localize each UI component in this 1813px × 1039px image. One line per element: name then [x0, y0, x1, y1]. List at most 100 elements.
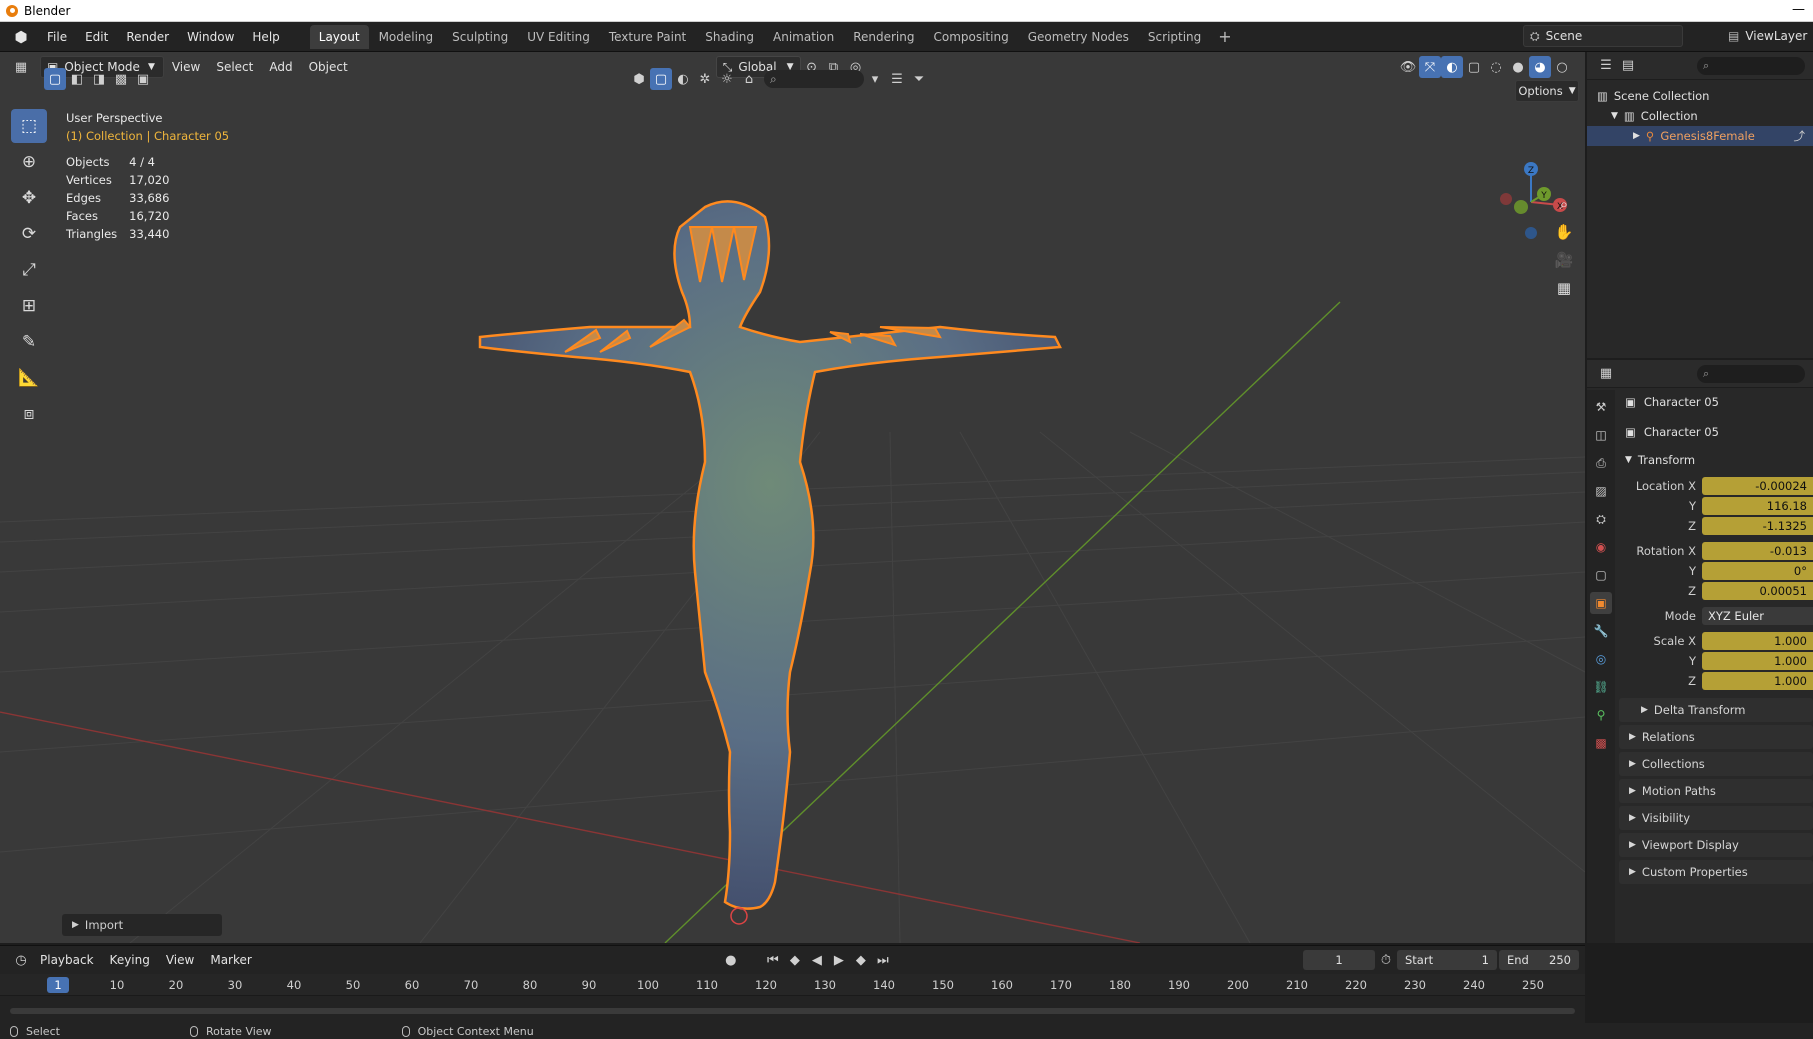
world-tab-icon[interactable]: ◉	[1590, 536, 1612, 558]
tool-tab-icon[interactable]: ⚒	[1590, 396, 1612, 418]
jump-start-icon[interactable]: ⏮	[762, 949, 784, 971]
measure-tool-icon[interactable]: 📐	[11, 361, 47, 395]
xray-icon[interactable]: ▢	[1463, 56, 1485, 78]
rotation-z-field[interactable]: 0.00051	[1702, 581, 1813, 600]
menu-edit[interactable]: Edit	[76, 30, 117, 44]
minimize-button[interactable]: —	[1792, 2, 1805, 17]
select-intersect-icon[interactable]: ▣	[132, 68, 154, 90]
tab-modeling[interactable]: Modeling	[370, 25, 443, 49]
relations-panel[interactable]: ▶ Relations	[1619, 725, 1813, 749]
jump-end-icon[interactable]: ⏭	[872, 949, 894, 971]
marker-menu[interactable]: Marker	[202, 949, 259, 971]
select-invert-icon[interactable]: ▩	[110, 68, 132, 90]
view-layer-tab-icon[interactable]: ▨	[1590, 480, 1612, 502]
material-filter-icon[interactable]: ◐	[672, 68, 694, 90]
physics-tab-icon[interactable]: ◎	[1590, 648, 1612, 670]
rotate-tool-icon[interactable]: ⟳	[11, 217, 47, 251]
tab-scripting[interactable]: Scripting	[1139, 25, 1210, 49]
rotation-x-field[interactable]: -0.013	[1702, 541, 1813, 560]
3d-viewport[interactable]: ▦ ▣ Object Mode ▼ View Select Add Object…	[0, 52, 1585, 943]
object-tab-icon[interactable]: ▣	[1590, 592, 1612, 614]
constraint-tab-icon[interactable]: ⛓	[1590, 676, 1612, 698]
location-z-field[interactable]: -1.1325	[1702, 516, 1813, 535]
play-icon[interactable]: ▶	[828, 949, 850, 971]
scale-y-field[interactable]: 1.000	[1702, 651, 1813, 670]
viewport-search-input[interactable]: ⌕	[764, 70, 864, 88]
rendered-shading-icon[interactable]: ○	[1551, 56, 1573, 78]
transform-tool-icon[interactable]: ⊞	[11, 289, 47, 323]
outliner-editor-icon[interactable]: ☰	[1595, 55, 1617, 77]
camera-view-icon[interactable]: 🎥	[1550, 246, 1578, 274]
cursor-tool-icon[interactable]: ⊕	[11, 145, 47, 179]
tab-rendering[interactable]: Rendering	[844, 25, 923, 49]
object-data-selector[interactable]: ▣ Character 05	[1619, 420, 1813, 444]
play-reverse-icon[interactable]: ◀	[806, 949, 828, 971]
delta-transform-panel[interactable]: ▶ Delta Transform	[1619, 698, 1813, 722]
keying-menu[interactable]: Keying	[102, 949, 158, 971]
playback-menu[interactable]: Playback	[32, 949, 102, 971]
visibility-icon[interactable]: 👁	[1397, 56, 1419, 78]
collection-tab-icon[interactable]: ▢	[1590, 564, 1612, 586]
zoom-icon[interactable]: ⌕	[1550, 190, 1578, 218]
output-tab-icon[interactable]: ⎙	[1590, 452, 1612, 474]
render-tab-icon[interactable]: ◫	[1590, 424, 1612, 446]
menu-window[interactable]: Window	[178, 30, 243, 44]
add-cube-tool-icon[interactable]: ⧈	[11, 397, 47, 431]
timeline-view-menu[interactable]: View	[158, 949, 202, 971]
solid-shading-icon[interactable]: ●	[1507, 56, 1529, 78]
viewport-menu-select[interactable]: Select	[208, 56, 261, 78]
timeline-editor-icon[interactable]: ◷	[10, 949, 32, 971]
menu-file[interactable]: File	[38, 30, 76, 44]
rotation-y-field[interactable]: 0°	[1702, 561, 1813, 580]
blender-menu-icon[interactable]: ⬢	[10, 26, 32, 48]
viewport-menu-add[interactable]: Add	[261, 56, 300, 78]
outliner-search-input[interactable]: ⌕	[1697, 56, 1805, 75]
editor-type-icon[interactable]: ▦	[10, 56, 32, 78]
display-mode-icon[interactable]: ▤	[1617, 55, 1639, 77]
viewport-menu-object[interactable]: Object	[301, 56, 356, 78]
scale-tool-icon[interactable]: ⤢	[11, 253, 47, 287]
object-filter-icon[interactable]: ▢	[650, 68, 672, 90]
record-icon[interactable]: ●	[720, 949, 742, 971]
menu-render[interactable]: Render	[117, 30, 178, 44]
scale-z-field[interactable]: 1.000	[1702, 671, 1813, 690]
tab-geometry-nodes[interactable]: Geometry Nodes	[1019, 25, 1138, 49]
texture-tab-icon[interactable]: ▩	[1590, 732, 1612, 754]
modifier-tab-icon[interactable]: 🔧	[1590, 620, 1612, 642]
current-frame-indicator[interactable]: 1	[47, 977, 69, 993]
frame-ruler[interactable]: 1 10 20 30 40 50 60 70 80 90 100 110 120 130 140 150 160…	[0, 974, 1585, 996]
tab-layout[interactable]: Layout	[309, 24, 369, 49]
gizmo-toggle-icon[interactable]: ⤧	[1419, 56, 1441, 78]
move-tool-icon[interactable]: ✥	[11, 181, 47, 215]
wireframe-shading-icon[interactable]: ◌	[1485, 56, 1507, 78]
tab-uv-editing[interactable]: UV Editing	[518, 25, 599, 49]
last-operator-panel[interactable]: ▶ Import	[62, 914, 222, 936]
annotate-tool-icon[interactable]: ✎	[11, 325, 47, 359]
collections-panel[interactable]: ▶ Collections	[1619, 752, 1813, 776]
custom-properties-panel[interactable]: ▶ Custom Properties	[1619, 860, 1813, 884]
camera-filter-icon[interactable]: ⌂	[738, 68, 760, 90]
select-new-icon[interactable]: ▢	[44, 68, 66, 90]
data-tab-icon[interactable]: ⚲	[1590, 704, 1612, 726]
location-x-field[interactable]: -0.00024	[1702, 476, 1813, 495]
outliner-collection[interactable]: ▼ ▥ Collection	[1587, 106, 1813, 126]
add-workspace-button[interactable]: +	[1210, 27, 1239, 46]
transform-panel-header[interactable]: ▼ Transform	[1619, 448, 1813, 472]
overlay-toggle-icon[interactable]: ◐	[1441, 56, 1463, 78]
tab-animation[interactable]: Animation	[764, 25, 843, 49]
scene-selector[interactable]: ⛭ Scene	[1523, 25, 1683, 47]
end-frame-field[interactable]: End 250	[1499, 950, 1579, 970]
properties-search-input[interactable]: ⌕	[1697, 364, 1805, 383]
menu-help[interactable]: Help	[243, 30, 288, 44]
ortho-grid-icon[interactable]: ▦	[1550, 274, 1578, 302]
current-frame-field[interactable]: 1	[1303, 950, 1375, 970]
view-layer-selector[interactable]: ▤ ViewLayer	[1722, 25, 1813, 47]
start-frame-field[interactable]: Start 1	[1397, 950, 1497, 970]
scale-x-field[interactable]: 1.000	[1702, 631, 1813, 650]
timeline-scrollbar[interactable]	[10, 1008, 1575, 1014]
funnel-icon[interactable]: ⏷	[908, 68, 930, 90]
location-y-field[interactable]: 116.18	[1702, 496, 1813, 515]
select-subtract-icon[interactable]: ◨	[88, 68, 110, 90]
motion-paths-panel[interactable]: ▶ Motion Paths	[1619, 779, 1813, 803]
particles-filter-icon[interactable]: ✲	[694, 68, 716, 90]
